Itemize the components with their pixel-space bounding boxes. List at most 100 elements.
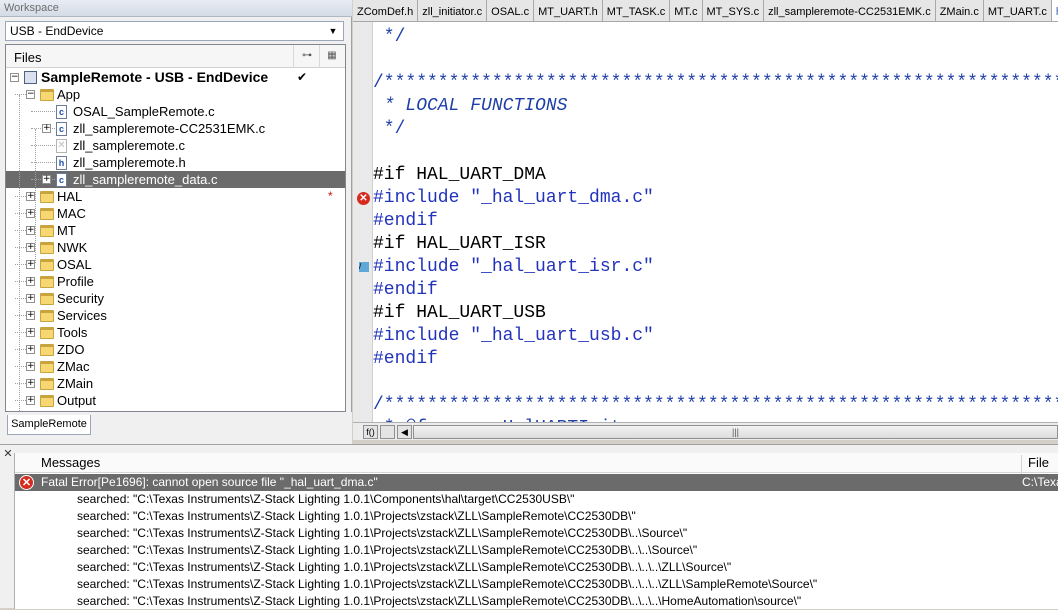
editor-tab[interactable]: MT_SYS.c (703, 0, 765, 21)
tree-item[interactable]: + ZMac (6, 358, 345, 375)
tree-item[interactable]: + ZDO (6, 341, 345, 358)
expand-icon[interactable]: + (26, 345, 35, 354)
tree-item[interactable]: + Profile (6, 273, 345, 290)
tree-item[interactable]: + ZMain (6, 375, 345, 392)
configuration-select[interactable]: USB - EndDevice ▼ (5, 21, 344, 41)
folder-icon (40, 242, 54, 254)
tree-item[interactable]: + c zll_sampleremote-CC2531EMK.c (6, 120, 345, 137)
expand-icon[interactable]: + (42, 124, 51, 133)
expand-icon[interactable]: + (26, 277, 35, 286)
error-icon[interactable]: ✕ (357, 192, 370, 205)
code-line[interactable]: #endif (373, 210, 438, 233)
code-line[interactable]: /***************************************… (373, 72, 1058, 95)
expand-icon[interactable]: + (26, 294, 35, 303)
editor-tab[interactable]: zll_initiator.c (418, 0, 488, 21)
expand-icon[interactable]: + (26, 260, 35, 269)
collapse-icon[interactable]: − (10, 73, 19, 82)
tree-item[interactable]: + OSAL (6, 256, 345, 273)
code-line[interactable]: #if HAL_UART_DMA (373, 164, 546, 187)
build-status-icon[interactable]: ⊶ (299, 49, 315, 63)
error-icon: ✕ (19, 475, 34, 490)
tree-item[interactable]: + HAL * (6, 188, 345, 205)
message-row[interactable]: searched: "C:\Texas Instruments\Z-Stack … (15, 559, 1058, 576)
tree-item[interactable]: − SampleRemote - USB - EndDevice ✔ (6, 69, 345, 86)
code-line[interactable]: * LOCAL FUNCTIONS (373, 95, 568, 118)
expand-icon[interactable]: + (42, 175, 51, 184)
chevron-down-icon[interactable]: ▼ (325, 23, 341, 39)
expand-icon[interactable]: + (26, 311, 35, 320)
code-line[interactable]: #include "_hal_uart_usb.c" (373, 325, 654, 348)
column-separator[interactable] (293, 45, 294, 68)
code-line[interactable]: #if HAL_UART_ISR (373, 233, 546, 256)
tree-item[interactable]: + MAC (6, 205, 345, 222)
expand-icon[interactable]: + (26, 379, 35, 388)
close-icon[interactable]: ✕ (2, 448, 14, 460)
message-row[interactable]: searched: "C:\Texas Instruments\Z-Stack … (15, 576, 1058, 593)
code-line[interactable]: #endif (373, 348, 438, 371)
message-row[interactable]: searched: "C:\Texas Instruments\Z-Stack … (15, 593, 1058, 610)
scroll-left-icon[interactable]: ◀ (397, 425, 412, 439)
tree-item[interactable]: − App (6, 86, 345, 103)
tree-item[interactable]: + NWK (6, 239, 345, 256)
message-row[interactable]: searched: "C:\Texas Instruments\Z-Stack … (15, 542, 1058, 559)
tree-item[interactable]: + Services (6, 307, 345, 324)
message-row[interactable]: searched: "C:\Texas Instruments\Z-Stack … (15, 525, 1058, 542)
tree-item-label: zll_sampleremote-CC2531EMK.c (73, 121, 266, 136)
message-text: searched: "C:\Texas Instruments\Z-Stack … (77, 577, 818, 591)
code-line[interactable]: #if HAL_UART_USB (373, 302, 546, 325)
editor-tab[interactable]: ZMain.c (936, 0, 984, 21)
code-line[interactable]: */ (373, 26, 406, 49)
workspace-tabs: SampleRemote (0, 412, 352, 444)
editor-tab[interactable]: hal_u (1051, 0, 1058, 21)
expand-icon[interactable]: + (26, 328, 35, 337)
expand-icon[interactable]: + (26, 243, 35, 252)
code-line[interactable]: #endif (373, 279, 438, 302)
column-separator[interactable] (319, 45, 320, 68)
messages-column-header[interactable]: Messages (41, 455, 100, 470)
expand-icon[interactable]: + (26, 226, 35, 235)
editor-tab[interactable]: MT_UART.c (984, 0, 1052, 21)
bookmark-icon[interactable]: / (359, 262, 369, 272)
tree-item[interactable]: + MT (6, 222, 345, 239)
tree-item[interactable]: + Security (6, 290, 345, 307)
tree-item[interactable]: h zll_sampleremote.h (6, 154, 345, 171)
message-row[interactable]: searched: "C:\Texas Instruments\Z-Stack … (15, 508, 1058, 525)
tree-item[interactable]: c OSAL_SampleRemote.c (6, 103, 345, 120)
editor-tab[interactable]: MT_TASK.c (603, 0, 671, 21)
expand-icon[interactable]: + (26, 192, 35, 201)
function-list-button[interactable]: f() (363, 425, 378, 439)
code-line[interactable]: #include "_hal_uart_dma.c" (373, 187, 654, 210)
expand-icon[interactable]: + (26, 362, 35, 371)
files-tree[interactable]: Files ⊶ ▦ − SampleRemote - USB - EndDevic… (5, 44, 346, 412)
excluded-file-icon: ✕ (56, 139, 67, 153)
code-editor[interactable]: */ /*************************************… (373, 22, 1058, 422)
tree-item-label: ZMac (57, 359, 90, 374)
editor-tab[interactable]: OSAL.c (487, 0, 535, 21)
editor-tab[interactable]: MT_UART.h (534, 0, 603, 21)
collapse-icon[interactable]: − (26, 90, 35, 99)
editor-tab[interactable]: ZComDef.h (353, 0, 419, 21)
code-line[interactable]: /***************************************… (373, 394, 1058, 417)
messages-header: Messages File (15, 453, 1058, 475)
message-row[interactable]: ✕ Fatal Error[Pe1696]: cannot open source… (15, 474, 1058, 491)
tree-item[interactable]: + Tools (6, 324, 345, 341)
file-column-header[interactable]: File (1021, 455, 1049, 475)
code-line[interactable]: #include "_hal_uart_isr.c" (373, 256, 654, 279)
tree-item[interactable]: + Output (6, 392, 345, 409)
editor-gutter[interactable]: ✕ / (353, 22, 373, 422)
code-line[interactable]: */ (373, 118, 406, 141)
editor-tab[interactable]: MT.c (670, 0, 703, 21)
scroll-placeholder-button[interactable] (380, 425, 395, 439)
horizontal-scrollbar[interactable]: f() ◀ ||| (353, 422, 1058, 440)
expand-icon[interactable]: + (26, 396, 35, 405)
tree-item[interactable]: + c zll_sampleremote_data.c (6, 171, 345, 188)
tab-sampleremote[interactable]: SampleRemote (7, 415, 91, 435)
tree-item[interactable]: ✕ zll_sampleremote.c (6, 137, 345, 154)
expand-icon[interactable]: + (26, 209, 35, 218)
message-row[interactable]: searched: "C:\Texas Instruments\Z-Stack … (15, 491, 1058, 508)
scrollbar-thumb[interactable]: ||| (413, 425, 1058, 439)
messages-list[interactable]: Messages File ✕ Fatal Error[Pe1696]: cann… (14, 453, 1058, 609)
project-icon (24, 71, 37, 84)
editor-tab[interactable]: zll_sampleremote-CC2531EMK.c (764, 0, 936, 21)
options-icon[interactable]: ▦ (324, 49, 340, 63)
